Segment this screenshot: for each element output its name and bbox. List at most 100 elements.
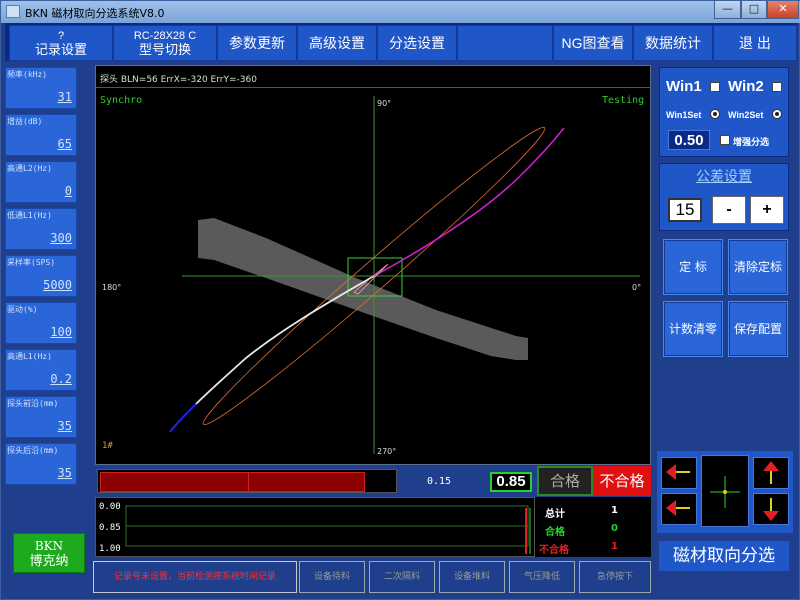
enhance-checkbox[interactable] (720, 135, 730, 145)
close-button[interactable]: ✕ (767, 1, 799, 19)
window-controls: Win1 Win2 Win1Set Win2Set 0.50 增强分选 (659, 67, 789, 157)
scope-label-90: 90° (377, 99, 391, 108)
save-config-button[interactable]: 保存配置 (728, 301, 788, 357)
param-highpass-l2[interactable]: 高通L2(Hz) 0 (5, 161, 77, 203)
result-progress-bar (97, 469, 397, 493)
advanced-settings-button[interactable]: 高级设置 (297, 25, 377, 61)
param-label: 低通L1(Hz) (7, 211, 52, 220)
win1-label: Win1 (666, 78, 702, 95)
move-left-button[interactable] (661, 457, 697, 489)
tolerance-minus-button[interactable]: - (712, 196, 746, 224)
param-probe-back[interactable]: 探头后沿(mm) 35 (5, 443, 77, 485)
stats-fail-value: 1 (611, 541, 618, 552)
status-bar: 记录号未设置，当前检测按系统时间记录 设备待料 二次隔料 设备堆料 气压降低 急… (93, 561, 653, 593)
param-sample-rate[interactable]: 采样率(SPS) 5000 (5, 255, 77, 297)
model-switch-button[interactable]: RC-28X28 C 型号切换 (113, 25, 217, 61)
brand-line2: 博克纳 (29, 554, 69, 569)
record-settings-button[interactable]: ? 记录设置 (9, 25, 113, 61)
window-title: BKN 磁材取向分选系统V8.0 (25, 7, 165, 20)
move-left-down-button[interactable] (661, 493, 697, 525)
fail-indicator: 不合格 (593, 466, 651, 496)
move-down-button[interactable] (753, 493, 789, 525)
left-arrow-icon (666, 464, 690, 480)
param-value[interactable]: 65 (58, 137, 72, 151)
model-switch-label: 型号切换 (138, 42, 191, 57)
param-frequency[interactable]: 频率(kHz) 31 (5, 67, 77, 109)
param-label: 探头前沿(mm) (7, 399, 59, 408)
data-stats-button[interactable]: 数据统计 (633, 25, 713, 61)
param-highpass-l1[interactable]: 高通L1(Hz) 0.2 (5, 349, 77, 391)
tolerance-title: 公差设置 (696, 168, 752, 184)
param-update-button[interactable]: 参数更新 (217, 25, 297, 61)
scope-mode-left: Synchro (100, 95, 142, 106)
status-air-low: 气压降低 (509, 561, 575, 593)
enhance-label: 增强分选 (733, 137, 770, 147)
scope-channel-label: 1# (102, 441, 113, 451)
param-label: 高通L1(Hz) (7, 352, 52, 361)
scope-mode-right: Testing (602, 95, 644, 106)
center-button[interactable] (701, 455, 749, 527)
left-down-arrow-icon (666, 500, 690, 516)
param-value[interactable]: 35 (58, 419, 72, 433)
direction-panel (657, 451, 793, 533)
calibrate-button[interactable]: 定 标 (663, 239, 723, 295)
sort-settings-button[interactable]: 分选设置 (377, 25, 457, 61)
param-drive[interactable]: 驱动(%) 100 (5, 302, 77, 344)
stats-fail-label: 不合格 (539, 545, 569, 556)
param-label: 采样率(SPS) (7, 258, 56, 267)
stats-pass-value: 0 (611, 523, 618, 534)
win2set-label: Win2Set (728, 110, 764, 120)
tolerance-plus-button[interactable]: + (750, 196, 784, 224)
param-probe-front[interactable]: 探头前沿(mm) 35 (5, 396, 77, 438)
trend-chart: 0.00 0.85 1.00 (95, 497, 535, 557)
app-name-label: 磁材取向分选 (659, 541, 789, 571)
win2-checkbox[interactable] (772, 82, 782, 92)
brand-line1: BKN (34, 539, 64, 553)
progress-fill (100, 472, 365, 492)
scope-label-180: 180° (102, 283, 121, 292)
up-arrow-icon (763, 461, 779, 484)
move-up-button[interactable] (753, 457, 789, 489)
param-lowpass-l1[interactable]: 低通L1(Hz) 300 (5, 208, 77, 250)
minimize-button[interactable]: — (714, 1, 741, 19)
center-cross-icon (710, 476, 740, 508)
scope-magenta-trace (373, 127, 565, 277)
stats-panel: 总计 1 合格 0 不合格 1 (535, 497, 651, 557)
param-value[interactable]: 300 (50, 231, 72, 245)
scope-header: 探头 BLN=56 ErrX=-320 ErrY=-360 (96, 66, 650, 88)
maximize-button[interactable]: □ (741, 1, 767, 19)
main-window: BKN 磁材取向分选系统V8.0 — □ ✕ ? 记录设置 RC-28X28 C… (0, 0, 800, 600)
status-equip-stack: 设备堆料 (439, 561, 505, 593)
param-value[interactable]: 100 (50, 325, 72, 339)
scope-blue-trace (169, 403, 197, 433)
exit-button[interactable]: 退 出 (713, 25, 797, 61)
win1set-radio[interactable] (710, 109, 720, 119)
status-second-pass: 二次隔料 (369, 561, 435, 593)
param-value[interactable]: 0 (65, 184, 72, 198)
progress-marker (248, 472, 249, 492)
down-arrow-icon (763, 498, 779, 521)
win1set-label: Win1Set (666, 110, 702, 120)
tolerance-value[interactable]: 15 (668, 198, 702, 222)
ng-view-button[interactable]: NG图查看 (553, 25, 633, 61)
win1-checkbox[interactable] (710, 82, 720, 92)
threshold-value: 0.15 (427, 476, 452, 487)
toolbar-spacer (457, 25, 553, 61)
stats-pass-label: 合格 (545, 527, 565, 538)
param-gain[interactable]: 增益(dB) 65 (5, 114, 77, 156)
param-value[interactable]: 35 (58, 466, 72, 480)
param-value[interactable]: 0.2 (50, 372, 72, 386)
scope-label-0: 0° (632, 283, 641, 292)
scope-plot: Synchro Testing 90° 270° 180° 0° 1# (100, 95, 644, 456)
status-message: 记录号未设置，当前检测按系统时间记录 (93, 561, 297, 593)
win2set-radio[interactable] (772, 109, 782, 119)
param-value[interactable]: 5000 (43, 278, 72, 292)
impedance-scope: 探头 BLN=56 ErrX=-320 ErrY=-360 Synchro Te… (95, 65, 651, 465)
clear-calibration-button[interactable]: 清除定标 (728, 239, 788, 295)
tolerance-panel: 公差设置 15 - + (659, 163, 789, 231)
status-emergency: 急停按下 (579, 561, 651, 593)
clear-count-button[interactable]: 计数清零 (663, 301, 723, 357)
window-value[interactable]: 0.50 (668, 130, 710, 150)
param-value[interactable]: 31 (58, 90, 72, 104)
param-label: 频率(kHz) (7, 70, 48, 79)
